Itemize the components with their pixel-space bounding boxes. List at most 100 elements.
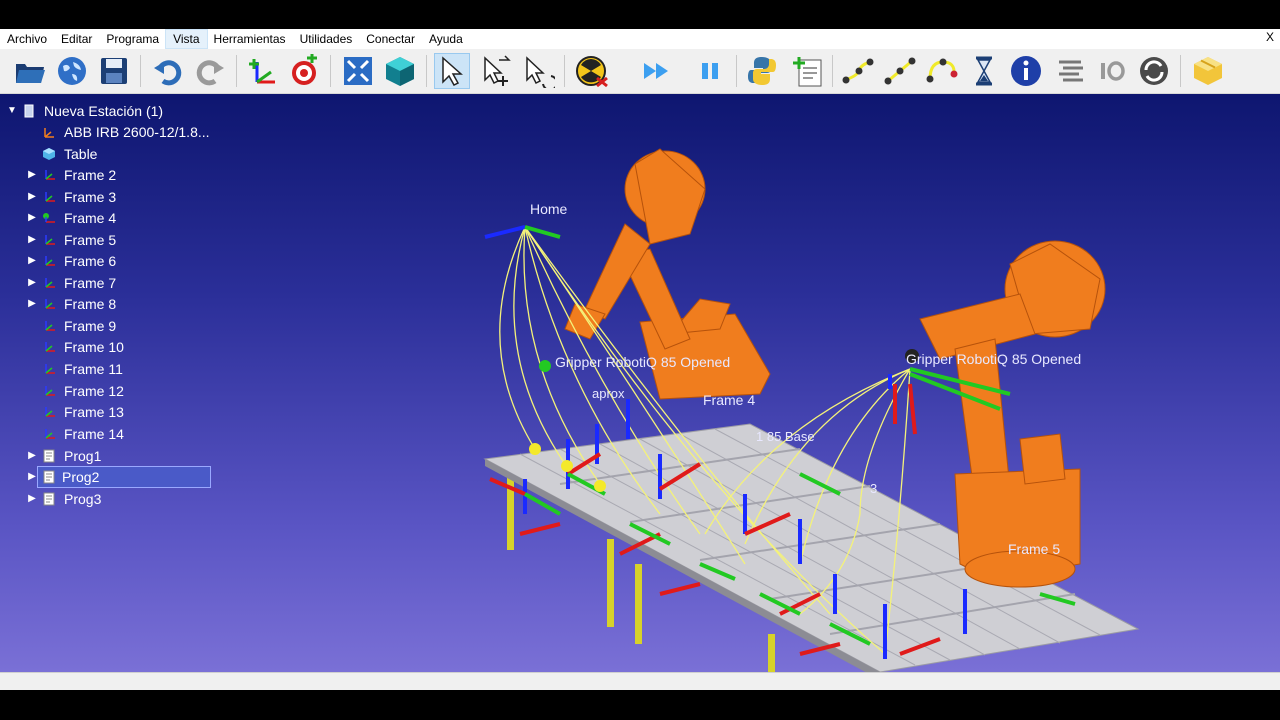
pause-button[interactable] bbox=[692, 53, 728, 89]
tree-item[interactable]: ▶ Frame 3 bbox=[26, 187, 118, 207]
tree-item-prog3[interactable]: ▶ Prog3 bbox=[26, 489, 103, 509]
gripper-marker-left bbox=[539, 360, 551, 372]
open-station-button[interactable] bbox=[12, 53, 48, 89]
collapse-icon[interactable]: ▼ bbox=[6, 101, 18, 121]
station-tree: ▼ Nueva Estación (1) ABB IRB 2600-12/1.8… bbox=[0, 94, 240, 514]
add-reference-frame-button[interactable] bbox=[244, 53, 280, 89]
move-circular-button[interactable] bbox=[924, 53, 960, 89]
tree-item-label: Frame 2 bbox=[64, 167, 117, 183]
run-program-button[interactable] bbox=[638, 53, 674, 89]
expand-icon[interactable]: ▶ bbox=[26, 165, 38, 185]
frame-icon bbox=[42, 168, 56, 182]
add-program-button[interactable] bbox=[790, 53, 826, 89]
expand-icon[interactable]: ▶ bbox=[26, 294, 38, 314]
save-station-button[interactable] bbox=[96, 53, 132, 89]
tree-item-label: ABB IRB 2600-12/1.8... bbox=[64, 124, 210, 140]
fit-all-button[interactable] bbox=[340, 53, 376, 89]
floppy-icon bbox=[101, 58, 127, 84]
online-library-button[interactable] bbox=[54, 53, 90, 89]
select-move-tool-button[interactable] bbox=[478, 53, 514, 89]
menu-conectar[interactable]: Conectar bbox=[359, 30, 422, 48]
python-icon bbox=[748, 57, 776, 85]
expand-icon[interactable]: ▶ bbox=[26, 467, 38, 487]
toolbar-separator bbox=[736, 55, 737, 87]
expand-icon[interactable]: ▶ bbox=[26, 251, 38, 271]
menu-programa[interactable]: Programa bbox=[99, 30, 166, 48]
expand-icon[interactable]: ▶ bbox=[26, 446, 38, 466]
tree-item[interactable]: ABB IRB 2600-12/1.8... bbox=[26, 122, 212, 142]
tree-item[interactable]: ▶ Frame 4 bbox=[26, 208, 118, 228]
check-collisions-button[interactable] bbox=[574, 53, 610, 89]
close-button[interactable]: X bbox=[1266, 30, 1274, 44]
window-bottom-bar bbox=[0, 690, 1280, 720]
tree-item-prog2[interactable]: ▶ Prog2 bbox=[26, 466, 211, 488]
menu-utilidades[interactable]: Utilidades bbox=[293, 30, 360, 48]
expand-icon[interactable]: ▶ bbox=[26, 230, 38, 250]
status-bar bbox=[0, 672, 1280, 691]
tree-item[interactable]: ▶ Frame 7 bbox=[26, 273, 118, 293]
program-add-icon bbox=[793, 57, 822, 87]
io-icon bbox=[1101, 61, 1125, 81]
tree-item[interactable]: ▶ Frame 8 bbox=[26, 294, 118, 314]
label-aprox: aprox bbox=[592, 386, 625, 401]
tree-item[interactable]: Frame 11 bbox=[26, 359, 125, 379]
tree-item-label: Frame 11 bbox=[64, 361, 123, 377]
3d-viewport[interactable]: Home Gripper RobotiQ 85 Opened Gripper R… bbox=[0, 94, 1280, 672]
toolbar-separator bbox=[330, 55, 331, 87]
tree-root[interactable]: ▼ Nueva Estación (1) bbox=[6, 101, 165, 121]
python-script-button[interactable] bbox=[744, 53, 780, 89]
program-call-icon bbox=[1059, 60, 1083, 82]
menu-ayuda[interactable]: Ayuda bbox=[422, 30, 470, 48]
menu-editar[interactable]: Editar bbox=[54, 30, 99, 48]
set-io-button[interactable] bbox=[1094, 53, 1130, 89]
expand-icon[interactable]: ▶ bbox=[26, 273, 38, 293]
tree-item[interactable]: Frame 12 bbox=[26, 381, 126, 401]
robot-frame-icon bbox=[42, 125, 56, 139]
redo-icon bbox=[196, 60, 224, 86]
tree-item[interactable]: ▶ Frame 5 bbox=[26, 230, 118, 250]
select-tool-button[interactable] bbox=[434, 53, 470, 89]
show-message-button[interactable] bbox=[1008, 53, 1044, 89]
target-add-icon bbox=[292, 54, 317, 85]
move-joint-button[interactable] bbox=[840, 53, 876, 89]
add-target-button[interactable] bbox=[286, 53, 322, 89]
frame-icon bbox=[42, 362, 56, 376]
move-circular-icon bbox=[926, 58, 958, 83]
pause-instruction-button[interactable] bbox=[966, 53, 1002, 89]
tree-item[interactable]: Frame 14 bbox=[26, 424, 126, 444]
tree-item-label: Frame 10 bbox=[64, 339, 124, 355]
menu-archivo[interactable]: Archivo bbox=[0, 30, 54, 48]
tree-item[interactable]: ▶ Frame 2 bbox=[26, 165, 118, 185]
isometric-view-button[interactable] bbox=[382, 53, 418, 89]
generate-robot-program-button[interactable] bbox=[1190, 53, 1226, 89]
synchronize-button[interactable] bbox=[1136, 53, 1172, 89]
pause-icon bbox=[702, 63, 718, 79]
tree-item-label: Frame 4 bbox=[64, 210, 117, 226]
frame-icon bbox=[42, 384, 56, 398]
tree-item[interactable]: Frame 9 bbox=[26, 316, 118, 336]
expand-icon[interactable]: ▶ bbox=[26, 208, 38, 228]
tree-item[interactable]: Table bbox=[26, 144, 99, 164]
folder-icon bbox=[16, 64, 45, 83]
select-rotate-tool-button[interactable] bbox=[520, 53, 556, 89]
cube-icon bbox=[386, 57, 414, 86]
undo-button[interactable] bbox=[150, 53, 186, 89]
program-call-button[interactable] bbox=[1052, 53, 1088, 89]
tree-item-prog1[interactable]: ▶ Prog1 bbox=[26, 446, 103, 466]
move-linear-button[interactable] bbox=[882, 53, 918, 89]
tree-item[interactable]: ▶ Frame 6 bbox=[26, 251, 118, 271]
expand-icon[interactable]: ▶ bbox=[26, 187, 38, 207]
tree-item[interactable]: Frame 10 bbox=[26, 337, 126, 357]
tree-item[interactable]: Frame 13 bbox=[26, 402, 126, 422]
expand-icon[interactable]: ▶ bbox=[26, 489, 38, 509]
menu-vista[interactable]: Vista bbox=[165, 29, 208, 49]
tree-item-label: Frame 8 bbox=[64, 296, 117, 312]
globe-icon bbox=[58, 57, 86, 85]
frame-icon bbox=[42, 319, 56, 333]
redo-button[interactable] bbox=[192, 53, 228, 89]
menu-herramientas[interactable]: Herramientas bbox=[207, 30, 293, 48]
